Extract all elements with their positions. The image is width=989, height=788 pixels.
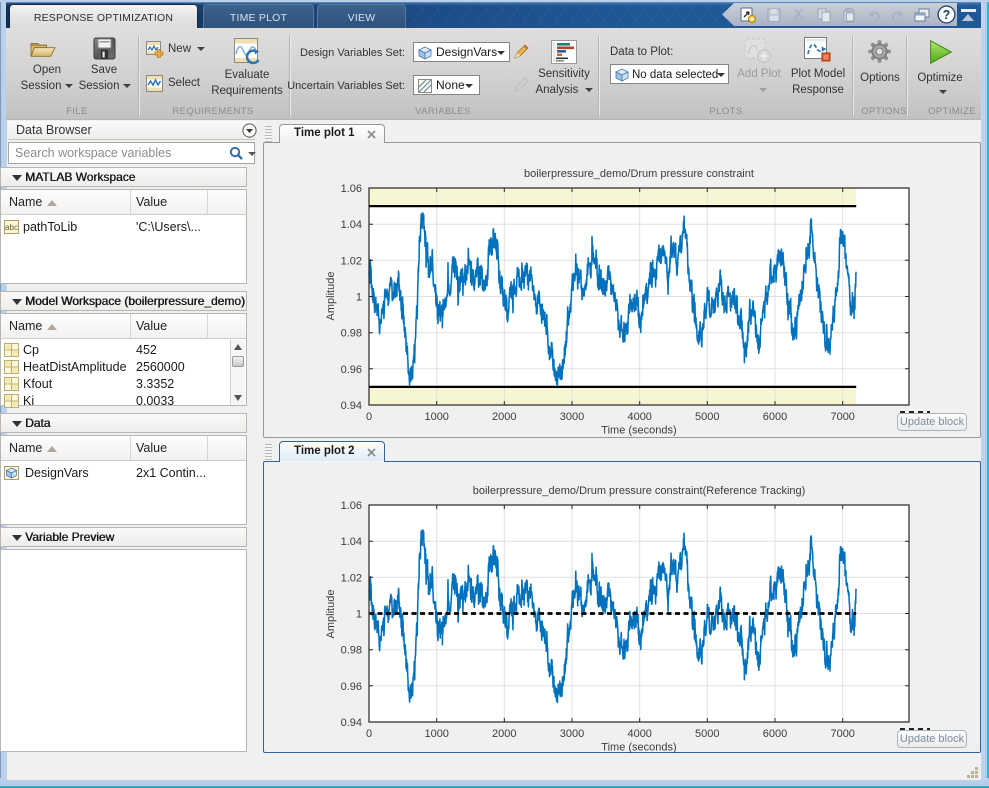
svg-text:1.04: 1.04	[341, 536, 362, 548]
svg-text:0.96: 0.96	[341, 364, 362, 376]
svg-text:0.98: 0.98	[341, 645, 362, 657]
svg-text:3000: 3000	[560, 411, 584, 423]
svg-text:boilerpressure_demo/Drum press: boilerpressure_demo/Drum pressure constr…	[473, 485, 806, 497]
svg-text:0.98: 0.98	[341, 328, 362, 340]
svg-text:1000: 1000	[424, 411, 448, 423]
svg-text:7000: 7000	[830, 728, 854, 740]
svg-text:1.06: 1.06	[341, 183, 362, 195]
svg-text:Time (seconds): Time (seconds)	[601, 425, 676, 437]
svg-text:Amplitude: Amplitude	[325, 590, 337, 639]
svg-text:1.04: 1.04	[341, 219, 362, 231]
svg-text:4000: 4000	[627, 411, 651, 423]
svg-text:1: 1	[356, 609, 362, 621]
svg-text:Amplitude: Amplitude	[325, 272, 337, 321]
svg-text:6000: 6000	[763, 728, 787, 740]
svg-text:3000: 3000	[560, 728, 584, 740]
svg-text:1000: 1000	[424, 728, 448, 740]
svg-text:6000: 6000	[763, 411, 787, 423]
svg-text:2000: 2000	[492, 411, 516, 423]
svg-text:Time (seconds): Time (seconds)	[601, 742, 676, 754]
svg-text:0: 0	[366, 411, 372, 423]
svg-text:1.06: 1.06	[341, 500, 362, 512]
svg-text:boilerpressure_demo/Drum press: boilerpressure_demo/Drum pressure constr…	[524, 168, 754, 180]
svg-text:7000: 7000	[830, 411, 854, 423]
svg-text:4000: 4000	[627, 728, 651, 740]
svg-text:0.94: 0.94	[341, 717, 362, 729]
svg-text:0.96: 0.96	[341, 681, 362, 693]
svg-text:abc: abc	[5, 223, 18, 232]
svg-text:5000: 5000	[695, 411, 719, 423]
svg-text:5000: 5000	[695, 728, 719, 740]
svg-text:?: ?	[943, 8, 951, 22]
svg-text:0.94: 0.94	[341, 400, 362, 412]
svg-text:1: 1	[356, 292, 362, 304]
svg-text:0: 0	[366, 728, 372, 740]
svg-text:1.02: 1.02	[341, 255, 362, 267]
svg-text:2000: 2000	[492, 728, 516, 740]
svg-text:1.02: 1.02	[341, 572, 362, 584]
